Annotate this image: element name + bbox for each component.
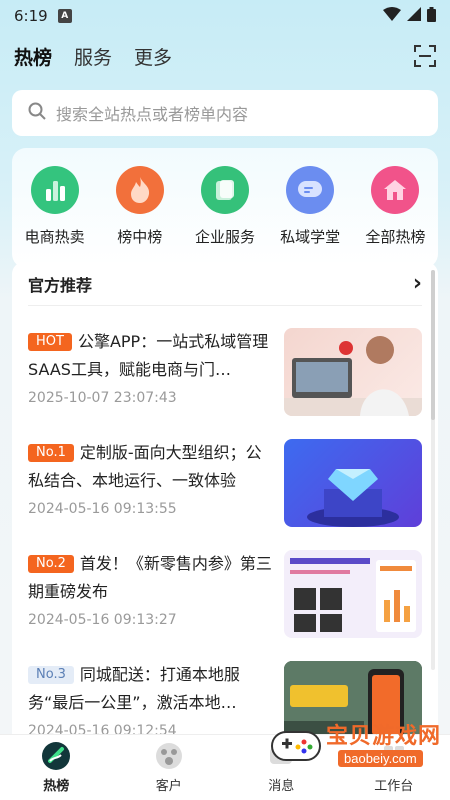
category-row: 电商热卖 榜中榜 企业服务 私域学堂 全部热榜 [12,148,438,268]
hot-badge: HOT [28,333,72,351]
rank-badge: No.2 [28,555,74,573]
recommendation-panel: 官方推荐 › HOT 公擎APP：一站式私域管理SAAS工具，赋能电商与门… 20… [12,262,438,734]
nav-label: 客户 [155,779,182,794]
scan-icon[interactable] [414,45,436,67]
rank-badge: No.1 [28,444,74,462]
notification-icon: A [57,9,72,23]
home-icon [371,166,420,214]
news-date: 2025-10-07 23:07:43 [28,390,177,406]
nav-hot-list[interactable]: 热榜 [11,741,101,794]
news-thumbnail [284,550,422,638]
status-time: 6:19 [14,7,48,25]
category-all-hot-lists[interactable]: 全部热榜 [353,166,437,247]
document-icon [200,166,249,214]
search-input[interactable]: 搜索全站热点或者榜单内容 [12,90,438,136]
bar-chart-icon [30,166,79,214]
nav-customers[interactable]: 客户 [124,741,214,794]
category-enterprise-services[interactable]: 企业服务 [183,166,267,247]
gamepad-icon [268,722,324,772]
flame-icon [115,166,164,214]
news-date: 2024-05-16 09:13:55 [28,501,177,517]
chevron-right-icon: › [412,271,422,296]
customers-icon [154,741,184,771]
tab-hot-list[interactable]: 热榜 [14,43,52,70]
rank-badge: No.3 [28,666,74,684]
signal-icon [407,7,421,25]
news-thumbnail [284,328,422,416]
category-private-domain-school[interactable]: 私域学堂 [268,166,352,247]
tab-more[interactable]: 更多 [134,43,172,70]
search-placeholder: 搜索全站热点或者榜单内容 [56,105,249,124]
wifi-icon [383,7,401,25]
section-header[interactable]: 官方推荐 › [28,262,422,306]
tab-services[interactable]: 服务 [74,43,112,70]
hot-list-icon [41,741,71,771]
search-icon [28,102,46,124]
chat-bubble-icon [286,166,335,214]
news-date: 2024-05-16 09:13:27 [28,612,177,628]
category-ecommerce-hot[interactable]: 电商热卖 [13,166,97,247]
category-label: 电商热卖 [24,228,85,246]
section-title: 官方推荐 [28,275,93,295]
category-label: 榜中榜 [117,228,163,246]
category-list-of-lists[interactable]: 榜中榜 [98,166,182,247]
category-label: 私域学堂 [280,228,341,246]
watermark-title: 宝贝游戏网 [326,724,442,749]
news-thumbnail [284,439,422,527]
news-date: 2024-05-16 09:12:54 [28,723,177,734]
status-bar: 6:19 A [0,0,450,32]
list-item[interactable]: No.2 首发！《新零售内参》第三期重磅发布 2024-05-16 09:13:2… [28,550,422,642]
category-label: 全部热榜 [365,228,426,246]
category-label: 企业服务 [194,228,255,246]
top-tab-bar: 热榜 服务 更多 [0,32,450,80]
scrollbar[interactable] [431,270,435,670]
list-item[interactable]: HOT 公擎APP：一站式私域管理SAAS工具，赋能电商与门… 2025-10-0… [28,328,422,420]
nav-label: 热榜 [43,779,70,794]
battery-icon [427,6,436,26]
list-item[interactable]: No.1 定制版-面向大型组织；公私结合、本地运行、一致体验 2024-05-16… [28,439,422,531]
watermark-url: baobeiy.com [338,750,423,767]
watermark: 宝贝游戏网 baobeiy.com [268,714,444,794]
